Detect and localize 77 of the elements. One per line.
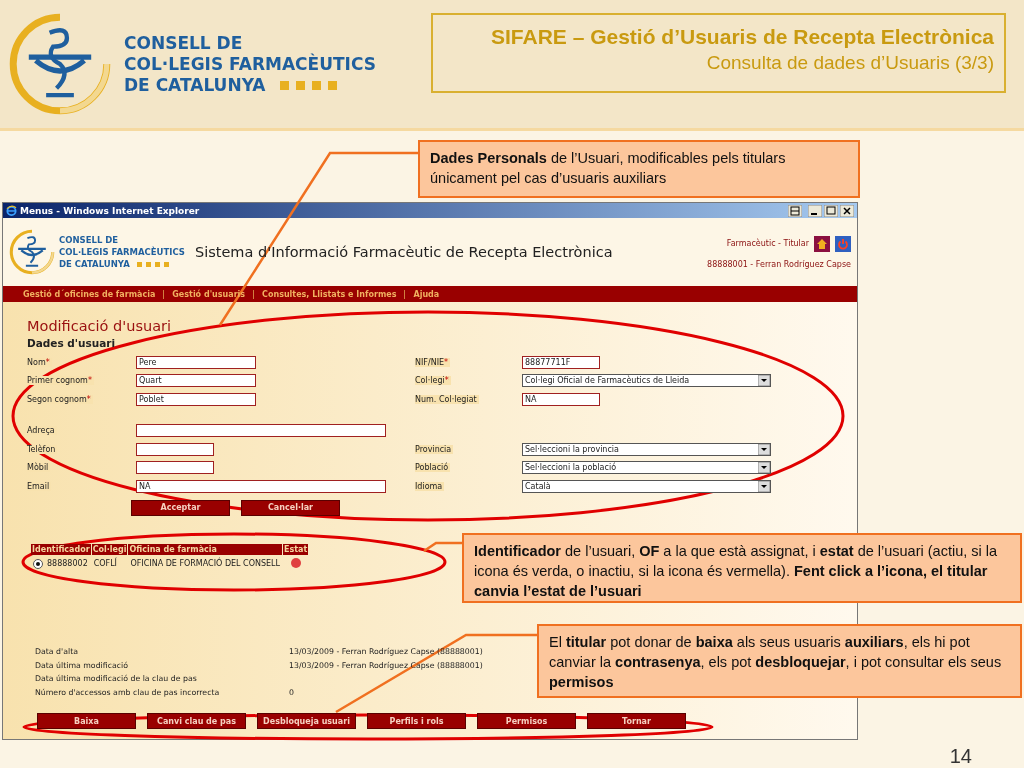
field-label: Segon cognom* xyxy=(27,394,93,404)
leader-line xyxy=(423,541,462,553)
logo-text: DE CATALUNYA xyxy=(124,74,376,96)
field-label: Primer cognom* xyxy=(27,376,94,386)
logo-text: COL·LEGIS FARMACÈUTICS xyxy=(59,246,185,258)
input-field[interactable]: 88877711F xyxy=(522,355,600,369)
user-name: 88888001 - Ferran Rodríguez Capse xyxy=(707,259,851,269)
slide-title: SIFARE – Gestió d’Usuaris de Recepta Electrònica xyxy=(491,25,994,49)
browser-icon xyxy=(6,205,17,216)
home-icon[interactable] xyxy=(814,235,830,252)
caret-icon xyxy=(758,480,770,492)
input-field[interactable]: Pere xyxy=(136,355,256,369)
bowl-logo-icon xyxy=(9,229,55,275)
page-number: 14 xyxy=(949,745,972,768)
menu-item[interactable]: Ajuda xyxy=(404,289,448,299)
input-field[interactable] xyxy=(136,424,386,438)
menu-item[interactable]: Consultes, Llistats e Informes xyxy=(253,289,405,299)
field-label: Població xyxy=(415,463,451,473)
user-role: Farmacèutic - Titular xyxy=(726,239,809,248)
field-label: Nom* xyxy=(27,357,52,367)
column-header: Col·legi xyxy=(91,543,128,555)
form-button[interactable]: Cancel·lar xyxy=(241,499,340,516)
caret-icon xyxy=(758,443,770,455)
field-label: Mòbil xyxy=(27,463,51,473)
table-cell: 88888002 xyxy=(47,559,88,568)
field-label: Email xyxy=(27,481,52,491)
field-label: Telèfon xyxy=(27,444,58,454)
maximize-icon[interactable] xyxy=(824,204,838,217)
input-field[interactable]: NA xyxy=(136,479,386,493)
field-label: NIF/NIE* xyxy=(415,357,451,367)
radio-button[interactable] xyxy=(33,558,43,569)
field-label: Col·legi* xyxy=(415,376,451,386)
field-label: Num. Col·legiat xyxy=(415,394,479,404)
minimize-icon[interactable] xyxy=(808,204,822,217)
action-button[interactable]: Tornar xyxy=(587,713,686,730)
callout-note: Dades Personals de l’Usuari, modificables pels titulars únicament pel cas d’usuaris auxiliars xyxy=(418,140,860,198)
action-button[interactable]: Perfils i rols xyxy=(367,713,466,730)
table-cell-text: COFLÍ xyxy=(92,556,118,570)
field-label: Adreça xyxy=(27,426,57,436)
input-field[interactable]: Quart xyxy=(136,374,256,388)
logo-text: CONSELL DE xyxy=(124,32,244,53)
action-button[interactable]: Permisos xyxy=(477,713,576,730)
status-dot[interactable] xyxy=(290,557,301,568)
input-field[interactable] xyxy=(136,461,214,475)
dropdown[interactable]: Sel·leccioni la provincia xyxy=(522,442,771,456)
section-title: Dades d'usuari xyxy=(27,337,117,349)
logo-text: DE CATALUNYA xyxy=(59,258,185,270)
column-header: Oficina de farmàcia xyxy=(128,543,282,555)
column-header: Identificador xyxy=(31,543,91,555)
callout-note: El titular pot donar de baixa als seus usuaris auxiliars, els hi pot canviar la contrasenya, els pot desbloquejar, i pot consultar els seus permisos xyxy=(537,624,1022,698)
caret-icon xyxy=(758,462,770,474)
input-field[interactable]: Poblet xyxy=(136,392,256,406)
bowl-logo-icon xyxy=(8,12,112,116)
dropdown[interactable]: Col·legi Oficial de Farmacèutics de Lleida xyxy=(522,374,771,388)
callout-note: Identificador de l’usuari, OF a la que està assignat, i estat de l’usuari (actiu, si la icona és verda, o inactiu, si la icona és vermella). Fent click a l’icona, el titular canvia l’estat de l’usuari xyxy=(462,533,1022,603)
action-button[interactable]: Baixa xyxy=(37,713,136,730)
logo-text: COL·LEGIS FARMACÈUTICS xyxy=(124,53,376,75)
input-field[interactable] xyxy=(136,442,214,456)
column-header: Estat xyxy=(283,543,309,555)
table-cell-text: OFICINA DE FORMACIÓ DEL CONSELL xyxy=(129,556,281,570)
printer-icon[interactable] xyxy=(788,204,802,217)
form-title: Modificació d'usuari xyxy=(27,318,173,334)
action-button[interactable]: Desbloqueja usuari xyxy=(257,713,356,730)
field-label: Provincia xyxy=(415,444,454,454)
power-icon[interactable] xyxy=(835,235,851,252)
slide-subtitle: Consulta de dades d’Usuaris (3/3) xyxy=(706,52,994,74)
dropdown[interactable]: Sel·leccioni la població xyxy=(522,461,771,475)
input-field[interactable]: NA xyxy=(522,392,600,406)
logo-text: CONSELL DE xyxy=(59,234,120,246)
action-button[interactable]: Canvi clau de pas xyxy=(147,713,246,730)
window-title: Menus - Windows Internet Explorer xyxy=(20,205,200,216)
close-icon[interactable] xyxy=(840,204,854,217)
dropdown[interactable]: Català xyxy=(522,479,771,493)
menu-item[interactable]: Gestió d´oficines de farmàcia xyxy=(23,289,164,299)
caret-icon xyxy=(758,375,770,387)
field-label: Idioma xyxy=(415,481,445,491)
form-button[interactable]: Acceptar xyxy=(131,499,230,516)
